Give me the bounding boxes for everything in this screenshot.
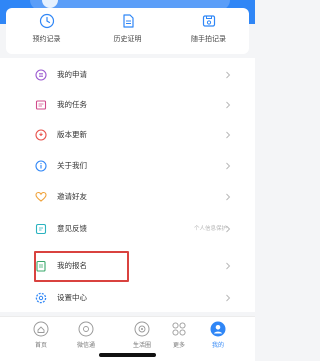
- menu-item-my-signups[interactable]: 我的报名: [0, 252, 255, 280]
- home-indicator: [99, 353, 156, 357]
- menu-list: 我的申请 我的任务 版本更新 关于我们 邀请好友 意见反馈 个人信息保护 我的报…: [0, 58, 255, 312]
- chevron-right-icon: [226, 193, 231, 201]
- tab-label: 微信通: [76, 342, 95, 349]
- feedback-icon: [34, 222, 48, 236]
- tab-more[interactable]: 更多: [159, 321, 199, 349]
- menu-item-label: 我的报名: [57, 261, 87, 270]
- tab-label: 我的: [211, 342, 224, 349]
- tab-label: 首页: [34, 342, 47, 349]
- tab-profile[interactable]: 我的: [198, 321, 238, 349]
- chevron-right-icon: [226, 294, 231, 302]
- tab-chat[interactable]: 微信通: [66, 321, 106, 349]
- menu-item-my-applications[interactable]: 我的申请: [0, 61, 255, 89]
- tab-label: 更多: [172, 342, 185, 349]
- chevron-right-icon: [226, 101, 231, 109]
- signup-icon: [34, 259, 48, 273]
- menu-item-label: 关于我们: [57, 161, 87, 170]
- menu-item-version-update[interactable]: 版本更新: [0, 121, 255, 149]
- menu-item-label: 版本更新: [57, 130, 87, 139]
- chevron-right-icon: [226, 71, 231, 79]
- tab-label: 生活圈: [132, 342, 151, 349]
- quick-action-snapshots[interactable]: 随手拍记录: [173, 12, 245, 44]
- settings-icon: [34, 291, 48, 305]
- tab-home[interactable]: 首页: [21, 321, 61, 349]
- chevron-right-icon: [226, 162, 231, 170]
- quick-action-label: 随手拍记录: [191, 35, 226, 43]
- menu-item-label: 意见反馈: [57, 224, 87, 233]
- profile-icon: [210, 321, 226, 337]
- heart-icon: [34, 190, 48, 204]
- life-icon: [134, 321, 150, 337]
- quick-action-history[interactable]: 历史证明: [92, 12, 164, 44]
- chevron-right-icon: [226, 225, 231, 233]
- quick-action-label: 预约记录: [32, 35, 61, 43]
- privacy-hint[interactable]: 个人信息保护: [194, 224, 227, 232]
- list-icon: [34, 68, 48, 82]
- menu-item-label: 邀请好友: [57, 192, 87, 201]
- clock-icon: [38, 12, 56, 30]
- update-icon: [34, 128, 48, 142]
- quick-actions-card: 预约记录 历史证明 随手拍记录: [6, 8, 249, 54]
- grid-icon: [172, 322, 186, 336]
- chevron-right-icon: [226, 262, 231, 270]
- menu-item-label: 我的任务: [57, 100, 87, 109]
- menu-item-my-tasks[interactable]: 我的任务: [0, 91, 255, 119]
- menu-item-settings[interactable]: 设置中心: [0, 284, 255, 312]
- info-icon: [34, 159, 48, 173]
- menu-item-about-us[interactable]: 关于我们: [0, 152, 255, 180]
- quick-action-appointments[interactable]: 预约记录: [11, 12, 83, 44]
- quick-action-label: 历史证明: [113, 35, 142, 43]
- camera-icon: [200, 12, 218, 30]
- home-icon: [33, 321, 49, 337]
- menu-item-label: 设置中心: [57, 293, 87, 302]
- menu-item-label: 我的申请: [57, 70, 87, 79]
- document-icon: [119, 12, 137, 30]
- chevron-right-icon: [226, 131, 231, 139]
- chat-icon: [78, 321, 94, 337]
- task-icon: [34, 98, 48, 112]
- tab-life[interactable]: 生活圈: [122, 321, 162, 349]
- menu-item-invite-friends[interactable]: 邀请好友: [0, 183, 255, 211]
- menu-item-feedback[interactable]: 意见反馈 个人信息保护: [0, 215, 255, 243]
